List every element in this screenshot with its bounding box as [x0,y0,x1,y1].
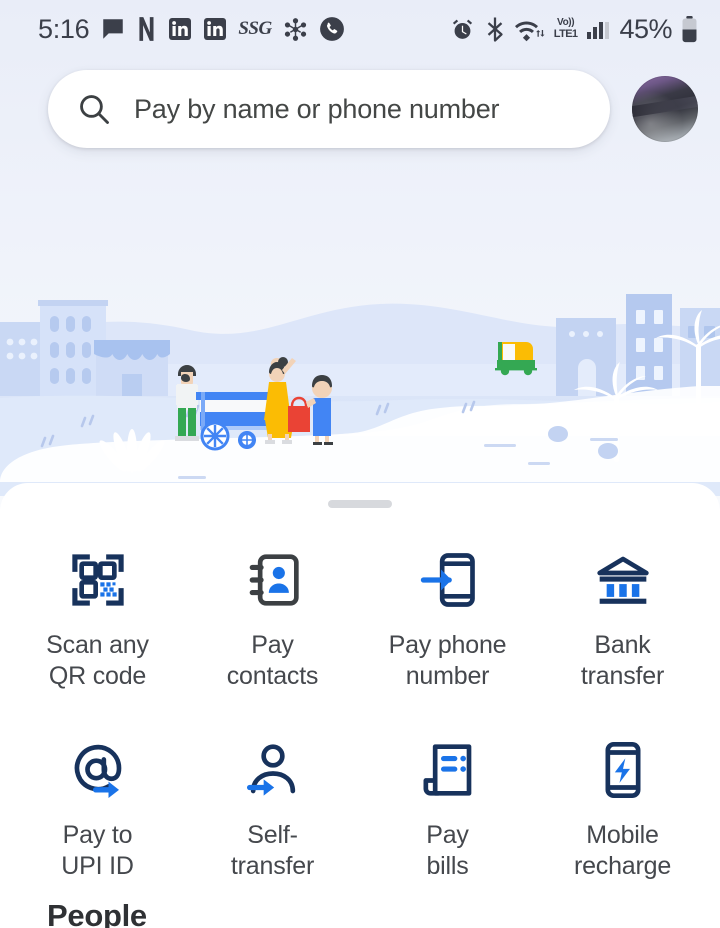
action-label-line1: Scan any [46,631,149,659]
action-label-line1: Pay [426,821,469,849]
action-label-pay-bills: Pay bills [426,820,469,882]
action-label-line2: QR code [48,662,147,690]
wifi-icon [514,17,545,42]
action-label-line1: Pay [251,631,294,659]
city-scene-illustration [0,286,720,496]
status-bar-clock: 5:16 [38,13,90,44]
action-label-line1: Mobile [586,821,659,849]
action-label-pay-to-upi-id: Pay to UPI ID [61,820,134,882]
messages-icon [100,16,126,42]
auto-rickshaw [495,342,537,376]
action-label-line2: transfer [230,852,315,880]
phone-bolt-icon [595,740,651,800]
people-section-heading: People [47,898,147,928]
linkedin-icon-1 [168,17,192,41]
action-label-scan-any-qr-code: Scan any QR code [46,630,149,692]
battery-icon [681,15,698,43]
volte-tech-label: LTE1 [553,28,578,40]
battery-percentage-label: 45% [619,13,672,44]
netflix-icon [137,16,157,42]
alarm-icon [450,17,475,42]
action-label-line1: Self- [247,821,298,849]
action-label-line2: recharge [573,852,672,880]
phone-call-icon [319,16,345,42]
action-pay-bills[interactable]: Pay bills [360,726,535,892]
action-label-pay-contacts: Pay contacts [227,630,319,692]
at-sign-arrow-icon [70,740,126,800]
action-label-line1: Bank [594,631,651,659]
ssg-icon: SSG [238,18,272,39]
action-scan-any-qr-code[interactable]: Scan any QR code [10,536,185,702]
search-row: Pay by name or phone number [0,70,720,148]
volte-voice-label: Vo)) [557,17,575,28]
search-icon [76,91,112,127]
quick-actions-grid: Scan any QR code Pay contacts Pay phone … [0,508,720,892]
status-bar-right: Vo)) LTE1 45% [450,14,698,45]
receipt-icon [420,740,476,800]
qr-code-scanner-icon [70,550,126,610]
action-label-line2: UPI ID [61,852,134,880]
drag-handle[interactable] [328,500,392,508]
search-placeholder: Pay by name or phone number [134,93,500,124]
phone-arrow-icon [420,550,476,610]
linkedin-icon-2 [203,17,227,41]
action-pay-phone-number[interactable]: Pay phone number [360,536,535,702]
action-label-bank-transfer: Bank transfer [581,630,664,692]
bluetooth-icon [484,16,506,42]
action-label-line2: number [405,662,490,690]
bank-icon [595,550,651,610]
action-label-line1: Pay to [62,821,133,849]
volte-indicator: Vo)) LTE1 [554,18,578,40]
contacts-book-icon [245,550,301,610]
profile-avatar[interactable] [632,76,698,142]
action-mobile-recharge[interactable]: Mobile recharge [535,726,710,892]
action-label-pay-phone-number: Pay phone number [389,630,507,692]
action-bank-transfer[interactable]: Bank transfer [535,536,710,702]
person-arrow-icon [245,740,301,800]
signal-bars-icon [586,17,610,41]
freeform-icon [283,17,308,42]
illustration-svg [0,294,720,496]
action-label-line1: Pay phone [388,631,507,659]
google-pay-home-screen: 5:16 SSG Vo)) LTE1 45% Pay by name or ph… [0,0,720,928]
status-bar: 5:16 SSG Vo)) LTE1 45% [0,0,720,58]
actions-bottom-sheet: Scan any QR code Pay contacts Pay phone … [0,483,720,928]
action-label-line2: contacts [226,662,319,690]
action-label-line2: transfer [580,662,665,690]
action-pay-contacts[interactable]: Pay contacts [185,536,360,702]
action-label-self-transfer: Self- transfer [231,820,314,882]
status-bar-left: 5:16 SSG [38,14,345,45]
action-self-transfer[interactable]: Self- transfer [185,726,360,892]
search-bar[interactable]: Pay by name or phone number [48,70,610,148]
action-label-mobile-recharge: Mobile recharge [574,820,671,882]
action-label-line2: bills [426,852,469,880]
action-pay-to-upi-id[interactable]: Pay to UPI ID [10,726,185,892]
